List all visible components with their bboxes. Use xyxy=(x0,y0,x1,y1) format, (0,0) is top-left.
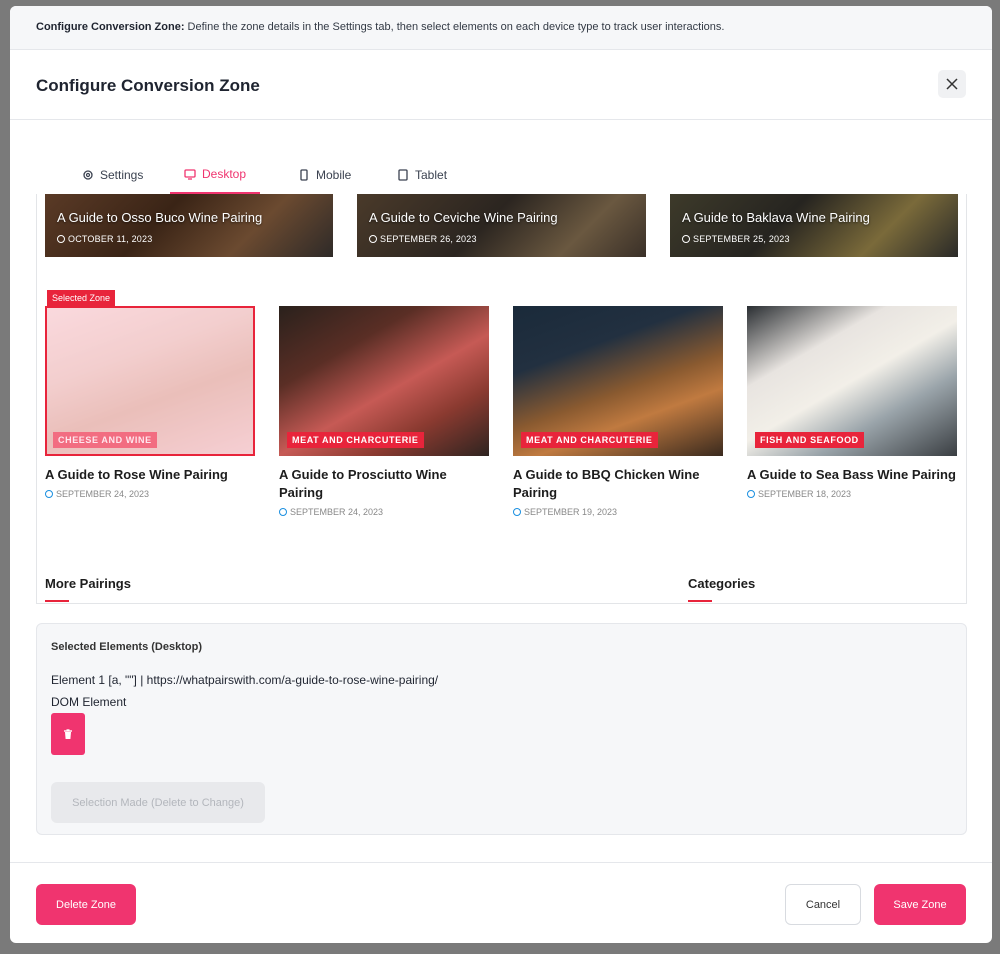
card-date: SEPTEMBER 19, 2023 xyxy=(513,507,723,517)
tab-desktop-label: Desktop xyxy=(202,167,247,181)
tab-tablet-label: Tablet xyxy=(415,168,448,182)
card-image: FISH AND SEAFOOD xyxy=(747,306,957,456)
card-sea-bass[interactable]: FISH AND SEAFOOD A Guide to Sea Bass Win… xyxy=(747,306,957,499)
delete-zone-button[interactable]: Delete Zone xyxy=(36,884,136,925)
selected-elements-panel: Selected Elements (Desktop) Element 1 [a… xyxy=(36,623,967,835)
cancel-button[interactable]: Cancel xyxy=(785,884,861,925)
trash-icon xyxy=(64,728,72,739)
save-zone-button[interactable]: Save Zone xyxy=(874,884,966,925)
dom-element-label: DOM Element xyxy=(51,695,127,709)
card-date: SEPTEMBER 24, 2023 xyxy=(279,507,489,517)
card-image: CHEESE AND WINE xyxy=(45,306,255,456)
modal-title: Configure Conversion Zone xyxy=(36,76,260,95)
tab-desktop[interactable]: Desktop xyxy=(170,156,261,194)
card-rose[interactable]: CHEESE AND WINE A Guide to Rose Wine Pai… xyxy=(45,306,255,499)
banner-title: A Guide to Ceviche Wine Pairing xyxy=(369,210,558,225)
more-pairings-heading: More Pairings xyxy=(45,576,131,591)
banner-date: SEPTEMBER 26, 2023 xyxy=(369,234,477,244)
banner-title: A Guide to Baklava Wine Pairing xyxy=(682,210,870,225)
card-image: MEAT AND CHARCUTERIE xyxy=(513,306,723,456)
info-bar-text: Define the zone details in the Settings … xyxy=(184,21,725,33)
close-icon xyxy=(946,78,958,90)
monitor-icon xyxy=(184,169,196,180)
info-bar-label: Configure Conversion Zone: xyxy=(36,21,185,33)
category-badge: MEAT AND CHARCUTERIE xyxy=(521,432,658,448)
card-image: MEAT AND CHARCUTERIE xyxy=(279,306,489,456)
selected-elements-title: Selected Elements (Desktop) xyxy=(51,641,202,653)
tab-mobile-label: Mobile xyxy=(316,168,352,182)
category-badge: MEAT AND CHARCUTERIE xyxy=(287,432,424,448)
page-preview[interactable]: A Guide to Osso Buco Wine Pairing OCTOBE… xyxy=(36,194,967,604)
selection-made-button: Selection Made (Delete to Change) xyxy=(51,782,265,823)
category-badge: CHEESE AND WINE xyxy=(53,432,157,448)
clock-icon xyxy=(682,235,690,243)
section-underline xyxy=(45,600,69,602)
card-date: SEPTEMBER 24, 2023 xyxy=(45,489,255,499)
clock-icon xyxy=(57,235,65,243)
clock-icon xyxy=(279,508,287,516)
selected-zone-tag: Selected Zone xyxy=(47,290,116,306)
gear-icon xyxy=(83,170,93,180)
card-title: A Guide to Sea Bass Wine Pairing xyxy=(747,467,956,482)
clock-icon xyxy=(369,235,377,243)
banner-ceviche[interactable]: A Guide to Ceviche Wine Pairing SEPTEMBE… xyxy=(357,194,646,257)
banner-title: A Guide to Osso Buco Wine Pairing xyxy=(57,210,263,225)
info-bar: Configure Conversion Zone: Define the zo… xyxy=(10,6,992,50)
selected-element-1: Element 1 [a, ""] | https://whatpairswit… xyxy=(51,673,439,687)
banner-date: SEPTEMBER 25, 2023 xyxy=(682,234,790,244)
banner-date: OCTOBER 11, 2023 xyxy=(57,234,152,244)
card-prosciutto[interactable]: MEAT AND CHARCUTERIE A Guide to Prosciut… xyxy=(279,306,489,517)
clock-icon xyxy=(513,508,521,516)
card-bbq-chicken[interactable]: MEAT AND CHARCUTERIE A Guide to BBQ Chic… xyxy=(513,306,723,517)
section-underline xyxy=(688,600,712,602)
banner-osso-buco[interactable]: A Guide to Osso Buco Wine Pairing OCTOBE… xyxy=(45,194,333,257)
tablet-icon xyxy=(398,169,408,181)
categories-heading: Categories xyxy=(688,576,756,591)
modal-header: Configure Conversion Zone xyxy=(10,50,992,120)
card-date: SEPTEMBER 18, 2023 xyxy=(747,489,957,499)
tab-settings[interactable]: Settings xyxy=(68,156,157,194)
clock-icon xyxy=(45,490,53,498)
tab-mobile[interactable]: Mobile xyxy=(284,156,365,194)
card-title: A Guide to Rose Wine Pairing xyxy=(45,467,228,482)
category-badge: FISH AND SEAFOOD xyxy=(755,432,864,448)
card-title: A Guide to BBQ Chicken Wine Pairing xyxy=(513,467,700,500)
tab-settings-label: Settings xyxy=(100,168,144,182)
clock-icon xyxy=(747,490,755,498)
close-button[interactable] xyxy=(938,70,966,98)
modal-footer: Delete Zone Cancel Save Zone xyxy=(10,862,992,943)
device-tabs: Settings Desktop Mobile Tablet xyxy=(10,156,992,194)
conversion-zone-modal: Configure Conversion Zone: Define the zo… xyxy=(10,6,992,943)
card-title: A Guide to Prosciutto Wine Pairing xyxy=(279,467,447,500)
delete-element-button[interactable] xyxy=(51,713,85,755)
tab-tablet[interactable]: Tablet xyxy=(383,156,461,194)
phone-icon xyxy=(300,169,308,181)
banner-baklava[interactable]: A Guide to Baklava Wine Pairing SEPTEMBE… xyxy=(670,194,958,257)
